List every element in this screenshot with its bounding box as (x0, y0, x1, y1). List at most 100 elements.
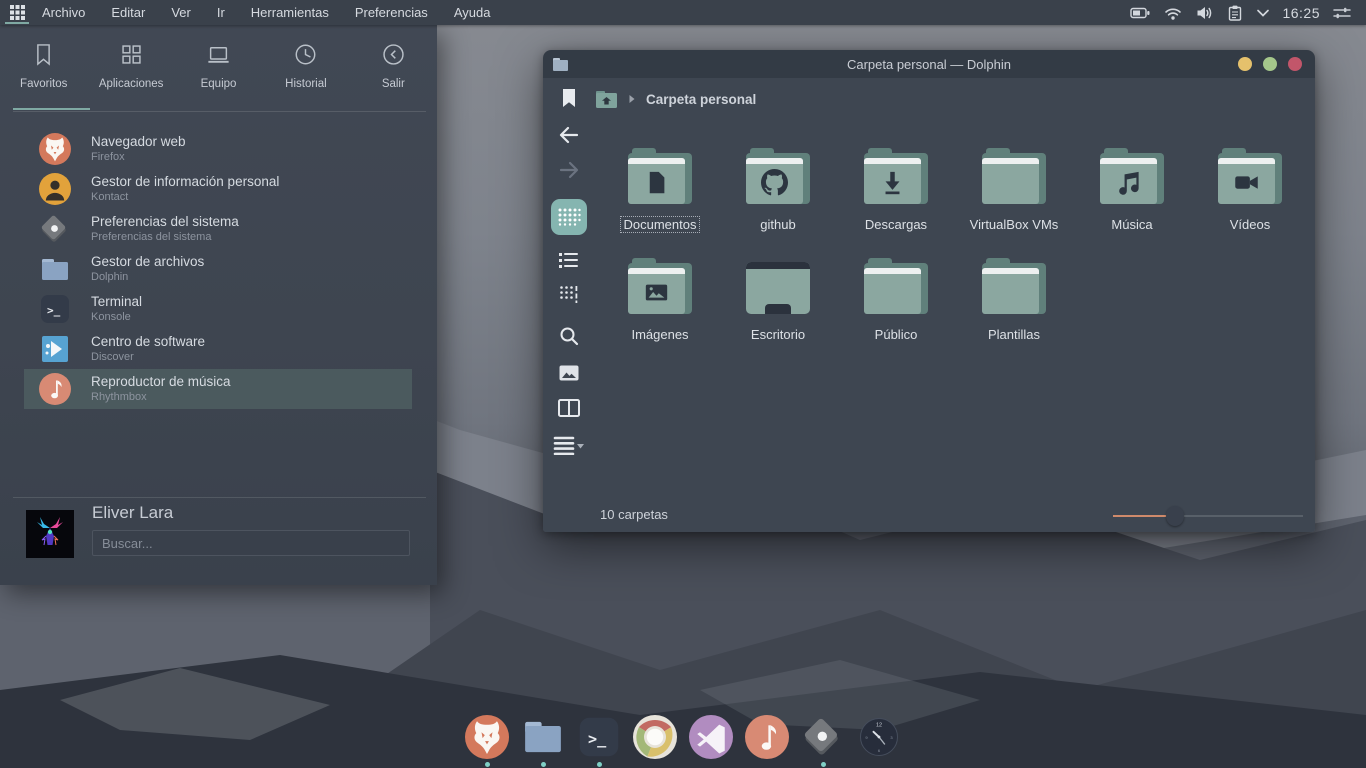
back-button[interactable] (558, 126, 580, 144)
close-button[interactable] (1288, 57, 1302, 71)
search-icon (558, 325, 580, 347)
download-glyph-icon (879, 169, 906, 196)
folder-publico[interactable]: Público (837, 258, 955, 368)
wifi-icon[interactable] (1163, 4, 1183, 22)
folder-grid: Documentos github (601, 148, 1309, 368)
rhythmbox-icon (745, 715, 789, 759)
dock-item-file-manager[interactable] (520, 712, 566, 768)
list-view-icon (558, 251, 580, 269)
minimize-button[interactable] (1238, 57, 1252, 71)
folder-videos[interactable]: Vídeos (1191, 148, 1309, 258)
kontact-icon (39, 173, 71, 205)
clock[interactable]: 16:25 (1282, 5, 1320, 21)
search-button[interactable] (558, 325, 580, 347)
zoom-slider-handle[interactable] (1166, 506, 1184, 526)
app-subtitle: Preferencias del sistema (91, 231, 239, 245)
home-folder-icon[interactable] (595, 90, 618, 109)
dock-item-chromium[interactable] (632, 712, 678, 768)
icons-view-button[interactable] (551, 199, 587, 235)
window-titlebar[interactable]: Carpeta personal — Dolphin (543, 50, 1315, 78)
folder-documentos[interactable]: Documentos (601, 148, 719, 258)
battery-icon[interactable] (1130, 4, 1151, 22)
menu-items: Archivo Editar Ver Ir Herramientas Prefe… (42, 5, 490, 20)
status-bar: 10 carpetas (543, 500, 1315, 532)
app-item-rhythmbox[interactable]: Reproductor de música Rhythmbox (24, 369, 412, 409)
volume-icon[interactable] (1195, 4, 1214, 22)
dock-item-clock-widget[interactable]: 12 369 (856, 712, 902, 768)
firefox-icon (39, 133, 71, 165)
folder-descargas[interactable]: Descargas (837, 148, 955, 258)
folder-plantillas[interactable]: Plantillas (955, 258, 1073, 368)
bookmark-icon (561, 88, 577, 108)
terminal-icon: >_ (577, 715, 621, 759)
avatar[interactable] (26, 510, 74, 558)
split-view-button[interactable] (558, 399, 580, 417)
folder-imagenes[interactable]: Imágenes (601, 258, 719, 368)
search-input[interactable] (92, 530, 410, 556)
top-menubar: Archivo Editar Ver Ir Herramientas Prefe… (0, 0, 1366, 25)
dock-item-settings[interactable] (800, 712, 846, 768)
bookmark-button[interactable] (561, 88, 577, 108)
menu-herramientas[interactable]: Herramientas (251, 5, 329, 20)
folder-github[interactable]: github (719, 148, 837, 258)
folder-label: Escritorio (751, 327, 805, 342)
tab-equipo[interactable]: Equipo (175, 25, 262, 108)
computer-icon (205, 41, 232, 68)
menu-button[interactable] (553, 435, 585, 455)
app-item-system-settings[interactable]: Preferencias del sistema Preferencias de… (24, 209, 412, 249)
folder-escritorio[interactable]: Escritorio (719, 258, 837, 368)
app-item-kontact[interactable]: Gestor de información personal Kontact (24, 169, 412, 209)
preview-button[interactable] (559, 365, 579, 381)
app-subtitle: Discover (91, 351, 205, 365)
menu-ver[interactable]: Ver (171, 5, 191, 20)
status-text: 10 carpetas (600, 507, 668, 522)
dock-item-vscode[interactable] (688, 712, 734, 768)
clipboard-icon[interactable] (1226, 4, 1244, 22)
dock-item-terminal[interactable]: >_ (576, 712, 622, 768)
folder-icon (864, 148, 928, 204)
menu-ayuda[interactable]: Ayuda (454, 5, 491, 20)
menu-editar[interactable]: Editar (111, 5, 145, 20)
icons-view-icon (557, 207, 581, 227)
folder-virtualbox-vms[interactable]: VirtualBox VMs (955, 148, 1073, 258)
app-item-discover[interactable]: Centro de software Discover (24, 329, 412, 369)
menu-archivo[interactable]: Archivo (42, 5, 85, 20)
divider (13, 497, 426, 498)
app-title: Centro de software (91, 334, 205, 351)
maximize-button[interactable] (1263, 57, 1277, 71)
folder-label: Documentos (621, 217, 700, 232)
tab-favoritos[interactable]: Favoritos (0, 25, 87, 108)
app-item-firefox[interactable]: Navegador web Firefox (24, 129, 412, 169)
list-view-button[interactable] (558, 251, 580, 269)
dock-item-rhythmbox[interactable] (744, 712, 790, 768)
tab-label: Historial (285, 78, 327, 90)
window-folder-icon (552, 57, 570, 72)
tab-salir[interactable]: Salir (350, 25, 437, 108)
history-clock-icon (292, 41, 319, 68)
forward-button[interactable] (558, 161, 580, 179)
folder-icon (1218, 148, 1282, 204)
folder-musica[interactable]: Música (1073, 148, 1191, 258)
menu-preferencias[interactable]: Preferencias (355, 5, 428, 20)
running-indicator (541, 762, 546, 767)
panel-settings-icon[interactable] (1332, 5, 1352, 21)
launcher-button[interactable] (0, 0, 34, 25)
tab-historial[interactable]: Historial (262, 25, 349, 108)
user-name: Eliver Lara (92, 503, 173, 523)
zoom-slider[interactable] (1113, 514, 1303, 518)
desktop-icon (746, 262, 810, 314)
dock-item-firefox[interactable] (464, 712, 510, 768)
folder-label: Vídeos (1230, 217, 1270, 232)
app-item-dolphin[interactable]: Gestor de archivos Dolphin (24, 249, 412, 289)
launcher-active-indicator (5, 22, 29, 24)
app-subtitle: Dolphin (91, 271, 204, 285)
breadcrumb-path[interactable]: Carpeta personal (646, 92, 756, 107)
tab-label: Salir (382, 78, 405, 90)
app-item-konsole[interactable]: >_ Terminal Konsole (24, 289, 412, 329)
video-glyph-icon (1233, 169, 1260, 196)
menu-ir[interactable]: Ir (217, 5, 225, 20)
application-launcher-panel: Favoritos Aplicaciones Equipo (0, 25, 437, 585)
chevron-down-icon[interactable] (1256, 8, 1270, 18)
tab-aplicaciones[interactable]: Aplicaciones (87, 25, 174, 108)
details-view-button[interactable] (559, 285, 579, 303)
